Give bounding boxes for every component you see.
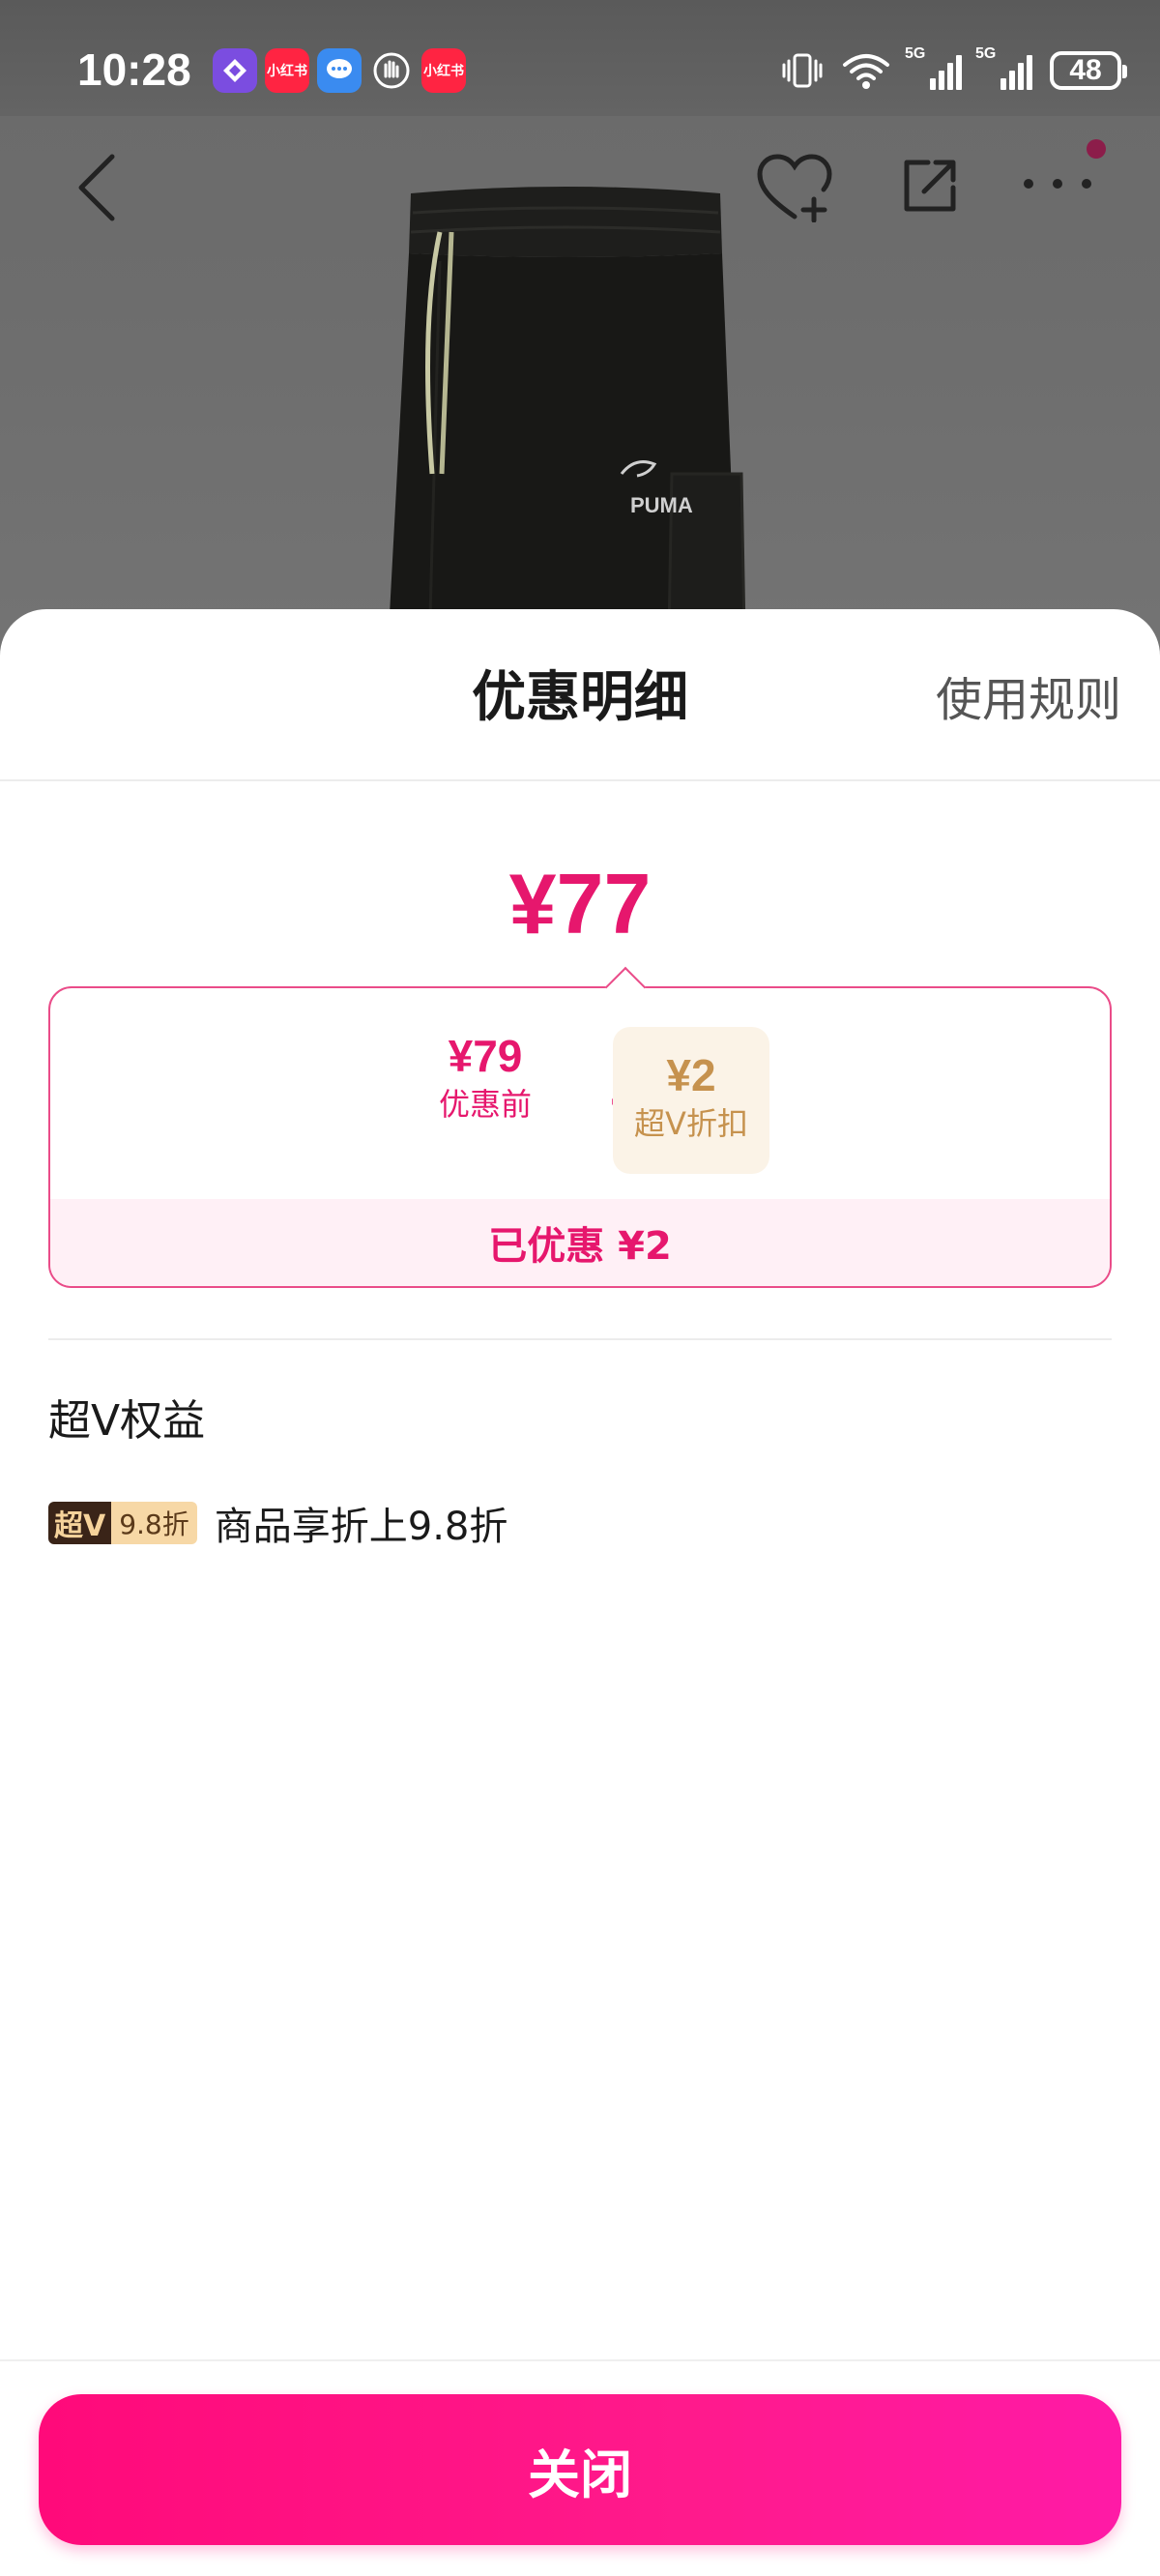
vip-badge-rate: 9.8折	[111, 1502, 197, 1544]
notification-dot	[1087, 139, 1106, 159]
wifi-icon	[843, 54, 889, 89]
back-icon[interactable]	[72, 151, 120, 224]
breakdown-notch	[604, 966, 647, 1009]
signal-icon: 5G	[905, 45, 962, 90]
vip-benefit-row: 超V 9.8折 商品享折上9.8折	[48, 1494, 508, 1552]
status-time: 10:28	[77, 44, 191, 95]
sheet-header: 优惠明细 使用规则	[0, 609, 1160, 781]
price-breakdown-card: ¥79 优惠前 - ¥2 超V折扣 已优惠 ¥2	[48, 966, 1112, 1288]
price-before-label: 优惠前	[438, 1086, 532, 1123]
vibrate-icon	[782, 53, 823, 88]
status-right-group: 5G 5G 48	[781, 45, 1127, 95]
vip-benefit-description: 商品享折上9.8折	[214, 1505, 508, 1549]
total-saved-strip: 已优惠 ¥2	[50, 1199, 1110, 1286]
price-before-discount: ¥79 优惠前	[408, 1029, 563, 1126]
vip-benefits-title: 超V权益	[48, 1396, 206, 1446]
vip-discount-label: 超V折扣	[634, 1105, 748, 1142]
vip-discount-chip: ¥2 超V折扣	[613, 1027, 769, 1174]
section-divider	[48, 1338, 1112, 1340]
more-icon[interactable]	[1019, 174, 1096, 193]
favorite-add-icon[interactable]	[756, 153, 833, 222]
hand-icon	[369, 48, 414, 93]
xiaohongshu-icon: 小红书	[421, 48, 466, 93]
footer-divider	[0, 2359, 1160, 2361]
price-before-amount: ¥79	[448, 1031, 523, 1081]
signal-icon: 5G	[975, 45, 1032, 90]
share-icon[interactable]	[899, 155, 961, 217]
vip-discount-amount: ¥2	[666, 1050, 716, 1100]
vip-discount-badge: 超V 9.8折	[48, 1502, 197, 1544]
close-button[interactable]: 关闭	[39, 2394, 1121, 2545]
usage-rules-link[interactable]: 使用规则	[936, 663, 1121, 737]
xiaohongshu-icon: 小红书	[265, 48, 309, 93]
product-image: PUMA	[386, 187, 747, 677]
total-saved-text: 已优惠 ¥2	[488, 1224, 672, 1269]
network-type-label: 5G	[975, 45, 997, 62]
network-type-label: 5G	[905, 45, 926, 62]
product-page-backdrop: 10:28 小红书 小红书 5G 5G 48 PUMA	[0, 0, 1160, 677]
battery-icon: 48	[1050, 51, 1127, 90]
svg-text:PUMA: PUMA	[630, 493, 693, 517]
vip-badge-label: 超V	[48, 1502, 112, 1544]
app-icon	[213, 48, 257, 93]
message-icon	[317, 48, 362, 93]
final-price: ¥77	[508, 856, 652, 951]
discount-detail-sheet: 优惠明细 使用规则 ¥77 ¥79 优惠前 - ¥2 超V折扣 已优惠 ¥2 超…	[0, 609, 1160, 2576]
status-bar: 10:28 小红书 小红书 5G 5G 48	[0, 0, 1160, 116]
